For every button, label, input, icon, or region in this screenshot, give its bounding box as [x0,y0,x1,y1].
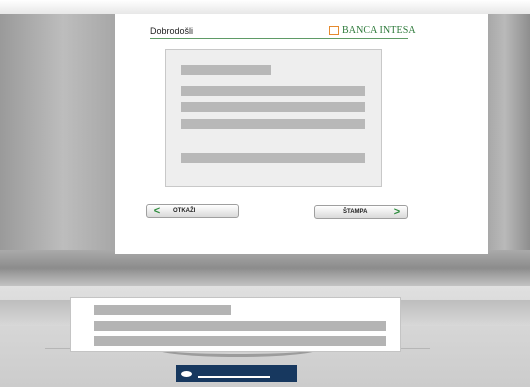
chevron-right-icon: > [393,206,401,218]
placeholder-line [181,153,365,163]
card-reader-light-icon [181,371,192,377]
placeholder-line [181,65,271,75]
receipt-line [94,336,386,346]
print-button-label: ŠTAMPA [343,209,368,215]
printed-receipt [70,297,401,352]
placeholder-line [181,119,365,129]
kiosk-screen: Dobrodošli BANCA INTESA < OTKAŽI ŠTAMPA … [115,14,488,254]
header-divider [150,38,408,39]
bank-logo-name: BANCA INTESA [342,25,416,36]
page-title: Dobrodošli [150,26,194,36]
receipt-line [94,321,386,331]
placeholder-line [181,86,365,96]
placeholder-line [181,102,365,112]
kiosk-bezel-bottom [0,250,530,290]
card-slot[interactable] [176,365,297,382]
chevron-left-icon: < [153,205,161,217]
kiosk-housing-top [0,0,530,14]
cancel-button[interactable]: < OTKAŽI [146,204,239,218]
receipt-line [94,305,231,315]
card-slot-opening [198,376,270,378]
cancel-button-label: OTKAŽI [173,208,196,214]
kiosk-bezel-left [0,14,115,280]
content-panel [165,49,382,187]
bank-logo-icon [329,26,339,35]
bank-logo: BANCA INTESA [329,25,416,36]
print-button[interactable]: ŠTAMPA > [314,205,408,219]
kiosk-bezel-right [488,14,530,280]
